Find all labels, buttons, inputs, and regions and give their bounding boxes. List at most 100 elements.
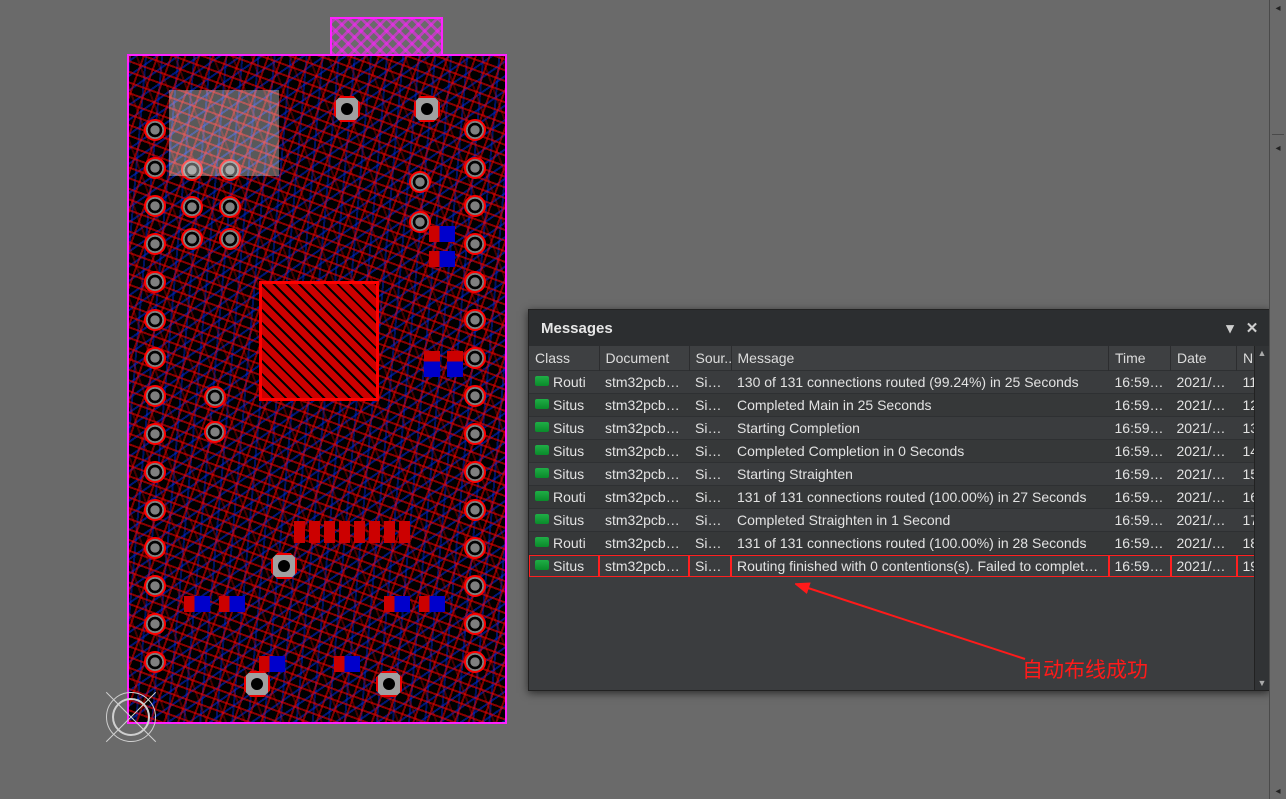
col-source[interactable]: Sour... xyxy=(689,346,731,371)
message-type-icon xyxy=(535,514,549,524)
col-class[interactable]: Class xyxy=(529,346,599,371)
table-row[interactable]: Situsstm32pcb.PcbSitusStarting Straighte… xyxy=(529,463,1269,486)
col-time[interactable]: Time xyxy=(1109,346,1171,371)
pcb-mechanical-pad xyxy=(271,553,297,579)
pcb-header-pad xyxy=(464,613,486,635)
cell-time: 16:59:50 xyxy=(1109,555,1171,578)
table-row[interactable]: Routistm32pcb.PcbSitus131 of 131 connect… xyxy=(529,486,1269,509)
pcb-header-pad xyxy=(464,575,486,597)
cell-date: 2021/12/ xyxy=(1171,394,1237,417)
cell-source: Situs xyxy=(689,509,731,532)
cell-date: 2021/12/ xyxy=(1171,532,1237,555)
pcb-header-pad xyxy=(464,309,486,331)
messages-panel-titlebar[interactable]: Messages ▾ ✕ xyxy=(529,310,1269,346)
scroll-up-icon[interactable]: ▲ xyxy=(1255,346,1269,360)
pcb-header-pad xyxy=(144,195,166,217)
pcb-header-pad xyxy=(464,423,486,445)
pcb-header-pad xyxy=(144,233,166,255)
cell-date: 2021/12/ xyxy=(1171,463,1237,486)
table-row[interactable]: Routistm32pcb.PcbSitus131 of 131 connect… xyxy=(529,532,1269,555)
col-message[interactable]: Message xyxy=(731,346,1109,371)
cell-class: Routi xyxy=(529,371,599,394)
pcb-header-pad xyxy=(144,651,166,673)
cell-date: 2021/12/ xyxy=(1171,417,1237,440)
cell-document: stm32pcb.Pcb xyxy=(599,555,689,578)
pcb-mounting-hole xyxy=(409,171,431,193)
pcb-header-pad xyxy=(144,537,166,559)
messages-scrollbar[interactable]: ▲ ▼ xyxy=(1254,346,1269,690)
table-row[interactable]: Situsstm32pcb.PcbSitusCompleted Completi… xyxy=(529,440,1269,463)
cell-time: 16:59:49 xyxy=(1109,417,1171,440)
cell-source: Situs xyxy=(689,371,731,394)
cell-document: stm32pcb.Pcb xyxy=(599,394,689,417)
pcb-header-pad xyxy=(144,461,166,483)
pcb-header-pad xyxy=(464,119,486,141)
cell-source: Situs xyxy=(689,463,731,486)
messages-table[interactable]: Class Document Sour... Message Time Date… xyxy=(529,346,1269,577)
pcb-header-pads-left xyxy=(144,119,170,673)
col-date[interactable]: Date xyxy=(1171,346,1237,371)
cell-time: 16:59:48 xyxy=(1109,371,1171,394)
table-row[interactable]: Situsstm32pcb.PcbSitusCompleted Main in … xyxy=(529,394,1269,417)
cell-class: Situs xyxy=(529,394,599,417)
panel-close-icon[interactable]: ✕ xyxy=(1241,317,1263,339)
cell-date: 2021/12/ xyxy=(1171,486,1237,509)
cell-class: Routi xyxy=(529,532,599,555)
pcb-mounting-hole xyxy=(204,421,226,443)
annotation-text: 自动布线成功 xyxy=(1022,654,1148,684)
message-type-icon xyxy=(535,422,549,432)
scroll-down-icon[interactable]: ▼ xyxy=(1255,676,1269,690)
message-type-icon xyxy=(535,468,549,478)
pcb-smd-component xyxy=(447,351,463,377)
pcb-smd-component xyxy=(424,351,440,377)
pcb-header-pad xyxy=(144,157,166,179)
cell-time: 16:59:49 xyxy=(1109,394,1171,417)
pcb-smd-component xyxy=(184,596,210,612)
message-type-icon xyxy=(535,376,549,386)
message-type-icon xyxy=(535,491,549,501)
pcb-header-pad xyxy=(464,347,486,369)
cell-class: Situs xyxy=(529,440,599,463)
pcb-smd-component xyxy=(334,656,360,672)
panel-menu-icon[interactable]: ▾ xyxy=(1219,317,1241,339)
pcb-smd-component xyxy=(429,226,455,242)
pcb-smd-component xyxy=(259,656,285,672)
cell-time: 16:59:50 xyxy=(1109,509,1171,532)
cell-document: stm32pcb.Pcb xyxy=(599,463,689,486)
message-type-icon xyxy=(535,399,549,409)
cell-source: Situs xyxy=(689,394,731,417)
cell-time: 16:59:50 xyxy=(1109,532,1171,555)
chevron-left-icon[interactable]: ◂ xyxy=(1270,140,1286,156)
cell-document: stm32pcb.Pcb xyxy=(599,532,689,555)
right-scrollbar[interactable]: ◂ ◂ ◂ xyxy=(1269,0,1286,799)
cell-class: Situs xyxy=(529,463,599,486)
pcb-header-pad xyxy=(464,499,486,521)
table-row[interactable]: Situsstm32pcb.PcbSitusStarting Completio… xyxy=(529,417,1269,440)
col-document[interactable]: Document xyxy=(599,346,689,371)
pcb-mounting-hole xyxy=(219,196,241,218)
pcb-mechanical-pad xyxy=(334,96,360,122)
pcb-header-pad xyxy=(144,575,166,597)
pcb-header-pad xyxy=(464,233,486,255)
pcb-editor-canvas[interactable] xyxy=(127,54,507,724)
cell-document: stm32pcb.Pcb xyxy=(599,417,689,440)
pcb-mcu-qfp-footprint xyxy=(259,281,379,401)
chevron-left-icon[interactable]: ◂ xyxy=(1270,783,1286,799)
table-row[interactable]: Situsstm32pcb.PcbSitusCompleted Straight… xyxy=(529,509,1269,532)
pcb-header-pad xyxy=(464,537,486,559)
table-row[interactable]: Routistm32pcb.PcbSitus130 of 131 connect… xyxy=(529,371,1269,394)
cell-class: Routi xyxy=(529,486,599,509)
pcb-smd-component xyxy=(219,596,245,612)
cell-class: Situs xyxy=(529,555,599,578)
chevron-left-icon[interactable]: ◂ xyxy=(1270,0,1286,16)
pcb-header-pad xyxy=(464,195,486,217)
cell-document: stm32pcb.Pcb xyxy=(599,486,689,509)
table-row[interactable]: Situsstm32pcb.PcbSitusRouting finished w… xyxy=(529,555,1269,578)
pcb-header-pad xyxy=(144,347,166,369)
cell-date: 2021/12/ xyxy=(1171,371,1237,394)
cell-message: Routing finished with 0 contentions(s). … xyxy=(731,555,1109,578)
pcb-mechanical-pad xyxy=(414,96,440,122)
pcb-usb-connector-courtyard xyxy=(330,17,443,57)
cell-time: 16:59:50 xyxy=(1109,486,1171,509)
cell-message: Starting Straighten xyxy=(731,463,1109,486)
